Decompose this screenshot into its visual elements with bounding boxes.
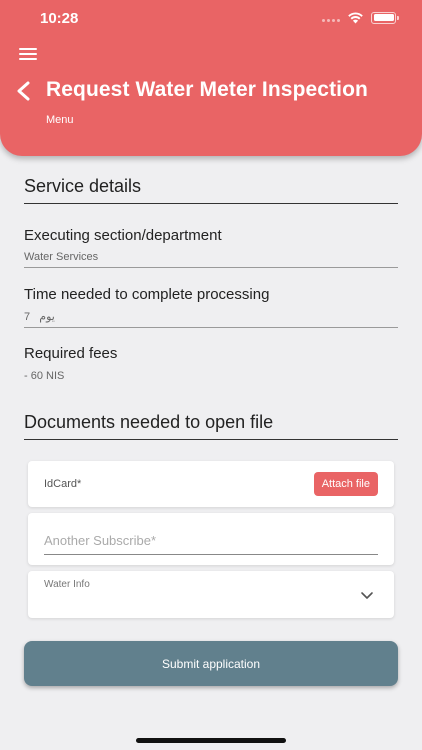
documents-heading: Documents needed to open file xyxy=(24,412,398,440)
app-header: 10:28 Request Water Meter Inspection Men… xyxy=(0,0,422,156)
home-indicator xyxy=(136,738,286,743)
status-icons xyxy=(322,11,399,24)
processing-time-value: 7 يوم xyxy=(24,310,398,328)
signal-icon xyxy=(322,14,340,22)
another-subscribe-card xyxy=(28,513,394,565)
hamburger-icon[interactable] xyxy=(19,48,37,60)
idcard-card: IdCard* Attach file xyxy=(28,461,394,507)
fees-value: - 60 NIS xyxy=(24,370,65,382)
page-subtitle: Menu xyxy=(46,114,74,126)
wifi-icon xyxy=(348,12,363,24)
battery-icon xyxy=(371,11,399,24)
chevron-down-icon[interactable] xyxy=(360,591,374,600)
attach-file-button[interactable]: Attach file xyxy=(313,472,378,496)
idcard-label: IdCard* xyxy=(44,478,82,490)
back-icon[interactable] xyxy=(14,80,34,102)
service-details-heading: Service details xyxy=(24,176,398,204)
submit-application-button[interactable]: Submit application xyxy=(24,641,398,686)
department-value: Water Services xyxy=(24,251,398,268)
processing-time-label: Time needed to complete processing xyxy=(24,286,270,303)
water-info-label: Water Info xyxy=(44,579,90,590)
another-subscribe-input[interactable] xyxy=(44,527,378,555)
status-time: 10:28 xyxy=(40,10,79,27)
department-label: Executing section/department xyxy=(24,227,222,244)
page-title: Request Water Meter Inspection xyxy=(46,78,368,101)
water-info-select[interactable]: Water Info xyxy=(28,571,394,618)
fees-label: Required fees xyxy=(24,345,118,362)
